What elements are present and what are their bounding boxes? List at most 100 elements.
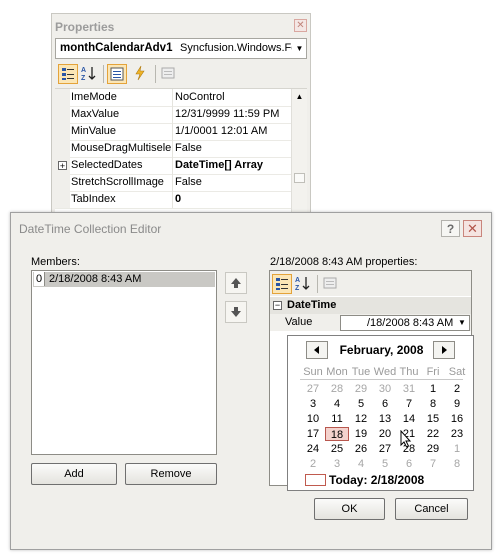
calendar-day[interactable]: 3 xyxy=(301,397,325,411)
calendar-day[interactable]: 12 xyxy=(349,412,373,426)
calendar-day[interactable]: 4 xyxy=(349,457,373,471)
value-property-row[interactable]: Value /18/2008 8:43 AM ▼ xyxy=(270,314,471,331)
today-link[interactable]: Today: 2/18/2008 xyxy=(329,473,424,487)
chevron-down-icon[interactable]: ▼ xyxy=(293,39,306,58)
categorized-icon[interactable] xyxy=(272,274,292,294)
calendar-day[interactable]: 31 xyxy=(397,382,421,396)
property-row[interactable]: TabIndex 0 xyxy=(55,191,291,209)
calendar-day[interactable]: 5 xyxy=(373,457,397,471)
chevron-right-icon xyxy=(442,346,447,354)
property-grid-scrollbar[interactable]: ▲ xyxy=(291,89,307,219)
value-property-editor[interactable]: /18/2008 8:43 AM ▼ xyxy=(340,315,470,331)
calendar-day[interactable]: 1 xyxy=(421,382,445,396)
add-button[interactable]: Add xyxy=(31,463,117,485)
property-row[interactable]: + SelectedDates DateTime[] Array xyxy=(55,157,291,175)
move-up-button[interactable] xyxy=(225,272,247,294)
chevron-down-icon[interactable]: ▼ xyxy=(455,316,469,330)
alphabetical-icon[interactable]: AZ xyxy=(80,64,100,84)
member-index: 0 xyxy=(34,272,45,286)
property-grid: ImeMode NoControl MaxValue 12/31/9999 11:59… xyxy=(55,88,307,219)
calendar-day[interactable]: 2 xyxy=(445,382,469,396)
calendar-day[interactable]: 6 xyxy=(397,457,421,471)
arrow-up-icon xyxy=(231,278,241,288)
calendar-day[interactable]: 2 xyxy=(301,457,325,471)
calendar-day-name: Mon xyxy=(326,366,348,378)
alphabetical-icon[interactable]: AZ xyxy=(294,274,314,294)
calendar-day[interactable]: 30 xyxy=(373,382,397,396)
calendar-day[interactable]: 6 xyxy=(373,397,397,411)
calendar-day[interactable]: 25 xyxy=(325,442,349,456)
calendar-day[interactable]: 24 xyxy=(301,442,325,456)
calendar-day[interactable]: 19 xyxy=(349,427,373,441)
property-row[interactable]: MouseDragMultiselect False xyxy=(55,140,291,158)
property-row[interactable]: ImeMode NoControl xyxy=(55,89,291,107)
calendar-day[interactable]: 14 xyxy=(397,412,421,426)
calendar-day[interactable]: 17 xyxy=(301,427,325,441)
category-row[interactable]: − DateTime xyxy=(270,297,471,314)
list-item[interactable]: 0 2/18/2008 8:43 AM xyxy=(33,272,215,287)
property-value[interactable]: False xyxy=(175,176,290,188)
scroll-up-icon[interactable]: ▲ xyxy=(293,90,306,104)
object-selector[interactable]: monthCalendarAdv1 Syncfusion.Windows.Fo … xyxy=(55,38,307,59)
property-name: TabIndex xyxy=(71,193,116,205)
property-value[interactable]: 1/1/0001 12:01 AM xyxy=(175,125,290,137)
calendar-day[interactable]: 18 xyxy=(325,427,349,441)
calendar-day[interactable]: 7 xyxy=(421,457,445,471)
calendar-day[interactable]: 13 xyxy=(373,412,397,426)
property-row[interactable]: MaxValue 12/31/9999 11:59 PM xyxy=(55,106,291,124)
calendar-day[interactable]: 27 xyxy=(373,442,397,456)
calendar-day[interactable]: 16 xyxy=(445,412,469,426)
calendar-day[interactable]: 10 xyxy=(301,412,325,426)
properties-view-icon[interactable] xyxy=(107,64,127,84)
calendar-day[interactable]: 5 xyxy=(349,397,373,411)
property-row[interactable]: MinValue 1/1/0001 12:01 AM xyxy=(55,123,291,141)
property-value[interactable]: 0 xyxy=(175,193,290,205)
properties-close-icon[interactable]: ✕ xyxy=(294,19,307,32)
cancel-button[interactable]: Cancel xyxy=(395,498,468,520)
collapse-icon[interactable]: − xyxy=(273,301,282,310)
property-name: MinValue xyxy=(71,125,117,137)
calendar-day[interactable]: 8 xyxy=(445,457,469,471)
calendar-day[interactable]: 4 xyxy=(325,397,349,411)
move-down-button[interactable] xyxy=(225,301,247,323)
calendar-day[interactable]: 9 xyxy=(445,397,469,411)
property-value[interactable]: 12/31/9999 11:59 PM xyxy=(175,108,290,120)
calendar-day[interactable]: 23 xyxy=(445,427,469,441)
item-properties-label: 2/18/2008 8:43 AM properties: xyxy=(270,256,418,268)
calendar-day-name: Thu xyxy=(399,366,419,378)
scroll-thumb[interactable] xyxy=(294,173,305,183)
calendar-day[interactable]: 8 xyxy=(421,397,445,411)
calendar-day[interactable]: 1 xyxy=(445,442,469,456)
calendar-day[interactable]: 20 xyxy=(373,427,397,441)
calendar-day[interactable]: 3 xyxy=(325,457,349,471)
calendar-day[interactable]: 29 xyxy=(349,382,373,396)
calendar-day[interactable]: 26 xyxy=(349,442,373,456)
property-pages-icon[interactable] xyxy=(159,64,179,84)
help-icon[interactable]: ? xyxy=(441,220,460,237)
calendar-day[interactable]: 11 xyxy=(325,412,349,426)
calendar-day[interactable]: 15 xyxy=(421,412,445,426)
property-row[interactable]: StretchScrollImage False xyxy=(55,174,291,192)
property-value[interactable]: NoControl xyxy=(175,91,290,103)
property-value[interactable]: False xyxy=(175,142,290,154)
calendar-day[interactable]: 29 xyxy=(421,442,445,456)
ok-button[interactable]: OK xyxy=(314,498,385,520)
today-marker xyxy=(305,474,326,486)
members-list[interactable]: 0 2/18/2008 8:43 AM xyxy=(31,270,217,455)
calendar-day[interactable]: 28 xyxy=(325,382,349,396)
calendar-day[interactable]: 7 xyxy=(397,397,421,411)
categorized-icon[interactable] xyxy=(58,64,78,84)
events-lightning-icon[interactable] xyxy=(131,64,151,84)
close-icon[interactable]: ✕ xyxy=(463,220,482,237)
calendar-dropdown: February, 2008 Sun Mon Tue Wed Thu Fri Sat 27 2… xyxy=(287,335,474,491)
calendar-day-name: Tue xyxy=(351,366,371,378)
calendar-day-name: Sun xyxy=(303,366,323,378)
next-month-button[interactable] xyxy=(433,341,455,359)
remove-button[interactable]: Remove xyxy=(125,463,217,485)
calendar-day[interactable]: 27 xyxy=(301,382,325,396)
calendar-day[interactable]: 22 xyxy=(421,427,445,441)
property-pages-icon[interactable] xyxy=(321,274,341,294)
expand-icon[interactable]: + xyxy=(58,161,67,171)
property-value[interactable]: DateTime[] Array xyxy=(175,159,290,171)
previous-month-button[interactable] xyxy=(306,341,328,359)
